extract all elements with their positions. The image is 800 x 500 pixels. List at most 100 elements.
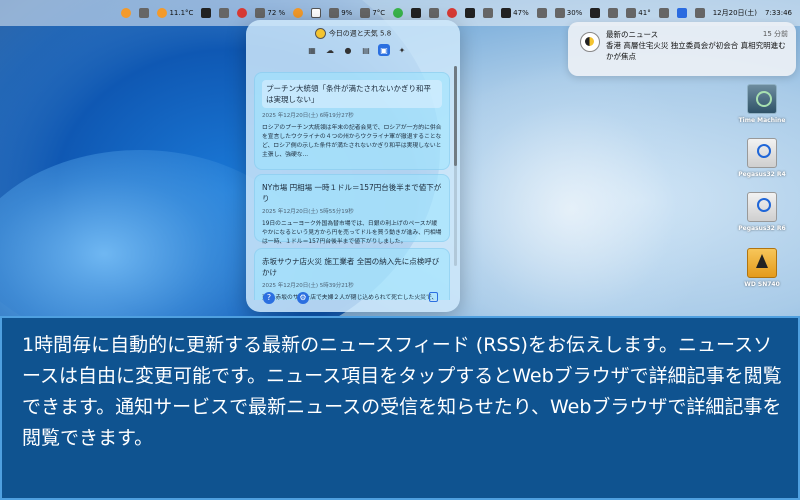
news-date: 2025 年12月20日(土) 5時55分19秒 [262,209,354,215]
news-summary: ロシアのプーチン大統領は年末の記者会見で、ロシアが一方的に併合を宣言したウクライ… [262,125,442,158]
rss-tab-icon[interactable]: ▣ [378,44,390,56]
pin-icon [447,8,458,18]
app-popover: 今日の週と天気 5.8 ▦ ☁ ● ▤ ▣ ✦ プーチン大統領「条件が満たされな… [246,20,460,312]
time-machine-icon [747,84,777,114]
menubar-cpu[interactable]: 9% [329,8,352,18]
desktop-icon-wd-sn740[interactable]: WD SN740 [727,248,797,288]
menubar-date[interactable]: 12月20日(土) [713,8,757,18]
news-scrollbar[interactable] [454,66,457,266]
cloud-icon [360,8,371,18]
menubar-item[interactable] [536,8,547,18]
popover-tabs: ▦ ☁ ● ▤ ▣ ✦ [306,44,408,56]
desktop-icon-label: Pegasus32 R4 [738,171,786,178]
menubar-percent[interactable]: 30% [554,8,583,18]
menubar-item[interactable] [293,8,304,18]
desktop-icon-pegasus-r4[interactable]: Pegasus32 R4 [727,138,797,178]
folder-icon [429,8,440,18]
news-tab-icon[interactable]: ▤ [360,44,372,56]
popover-title-text: 今日の週と天気 5.8 [328,29,392,38]
menubar-percent[interactable]: 47% [501,8,529,18]
sun-icon [201,8,212,18]
news-card[interactable]: プーチン大統領「条件が満たされないかぎり和平は実現しない」 2025 年12月2… [254,72,450,170]
yinyang-icon [590,8,601,18]
cpu-temp: 41° [638,9,651,17]
menubar-item[interactable] [465,8,476,18]
menubar-item[interactable] [483,8,494,18]
menubar-item[interactable] [429,8,440,18]
menubar-item[interactable] [447,8,458,18]
notification-banner[interactable]: 最新のニュース 15 分前 香港 高層住宅火災 独立委員会が初会合 真相究明進む… [568,22,796,76]
weather-temp: 11.1°C [169,9,194,17]
promo-caption: 1時間毎に自動的に更新する最新のニュースフィード (RSS)をお伝えします。ニュ… [0,316,800,500]
caption-text: 1時間毎に自動的に更新する最新のニュースフィード (RSS)をお伝えします。ニュ… [22,334,782,449]
chart-percent: 30% [566,9,583,17]
settings-gear-icon[interactable]: ⚙ [297,292,309,304]
news-card[interactable]: NY市場 円相場 一時１ドル＝157円台後半まで値下がり 2025 年12月20… [254,174,450,245]
sliders-icon [536,8,547,18]
gauge-percent: 47% [513,9,529,17]
menubar-item[interactable] [201,8,212,18]
help-button-icon[interactable]: ? [263,292,275,304]
weather-tab-icon[interactable]: ☁ [324,44,336,56]
menubar-item[interactable] [694,8,705,18]
clipboard-icon [411,8,422,18]
calendar-icon [293,8,304,18]
app-icon [139,8,150,18]
news-headline: NY市場 円相場 一時１ドル＝157円台後半まで値下がり [262,183,442,203]
news-headline: 赤坂サウナ店火災 施工業者 全国の納入先に点検呼びかけ [262,257,440,277]
app-logo-icon [314,28,326,39]
popover-title: 今日の週と天気 5.8 [246,28,460,39]
weather-icon [157,8,168,18]
menubar-temp[interactable]: 41° [626,8,651,18]
sidebar-toggle-icon[interactable] [429,292,438,302]
external-drive-icon [747,248,777,278]
chart-icon [554,8,565,18]
menubar-temp[interactable]: 7°C [360,8,385,18]
desktop-icon-time-machine[interactable]: Time Machine [727,84,797,124]
disk-icon [747,138,777,168]
news-summary: 19日のニューヨーク外国為替市場では、日銀の利上げのペースが緩やかになるという見… [262,221,442,245]
record-icon [237,8,248,18]
calendar-tab-icon[interactable]: ▦ [306,44,318,56]
note-icon [311,8,322,18]
menubar-battery[interactable]: 72 % [255,8,285,18]
menubar-item[interactable] [411,8,422,18]
moon-tab-icon[interactable]: ● [342,44,354,56]
settings-tab-icon[interactable]: ✦ [396,44,408,56]
menubar-mic[interactable] [121,8,132,18]
wallpaper-glow [420,60,720,360]
news-date: 2025 年12月20日(土) 6時19分27秒 [262,113,354,119]
menubar-item[interactable] [393,8,404,18]
desktop-icon-label: Pegasus32 R6 [738,225,786,232]
menubar-weather[interactable]: 11.1°C [157,8,193,18]
menubar-wifi[interactable] [658,8,669,18]
control-center-icon [694,8,705,18]
news-list: プーチン大統領「条件が満たされないかぎり和平は実現しない」 2025 年12月2… [254,64,454,300]
mic-icon [121,8,132,18]
news-headline: プーチン大統領「条件が満たされないかぎり和平は実現しない」 [262,80,442,108]
scroll-thumb[interactable] [454,66,457,166]
rocket-icon [219,8,230,18]
menubar-app[interactable] [139,8,150,18]
cpu-percent: 9% [341,9,353,17]
notification-body: 香港 高層住宅火災 独立委員会が初会合 真相究明進むかが焦点 [606,41,786,61]
popover-footer: ? ⚙ [246,284,460,312]
temperature: 7°C [372,9,386,17]
menubar-item[interactable] [311,8,322,18]
notification-title: 最新のニュース [606,30,659,39]
badge-icon [393,8,404,18]
satellite-icon [608,8,619,18]
desktop-icon-pegasus-r6[interactable]: Pegasus32 R6 [727,192,797,232]
thermometer-icon [626,8,637,18]
camera-icon [465,8,476,18]
menubar-item[interactable] [590,8,601,18]
input-method-icon [676,8,687,18]
ghost-icon [483,8,494,18]
menubar-item[interactable] [237,8,248,18]
wifi-icon [658,8,669,18]
notification-time: 15 分前 [762,30,788,38]
menubar-input[interactable] [676,8,687,18]
menubar-clock[interactable]: 7:33:46 [765,9,792,17]
menubar-item[interactable] [608,8,619,18]
menubar-item[interactable] [219,8,230,18]
